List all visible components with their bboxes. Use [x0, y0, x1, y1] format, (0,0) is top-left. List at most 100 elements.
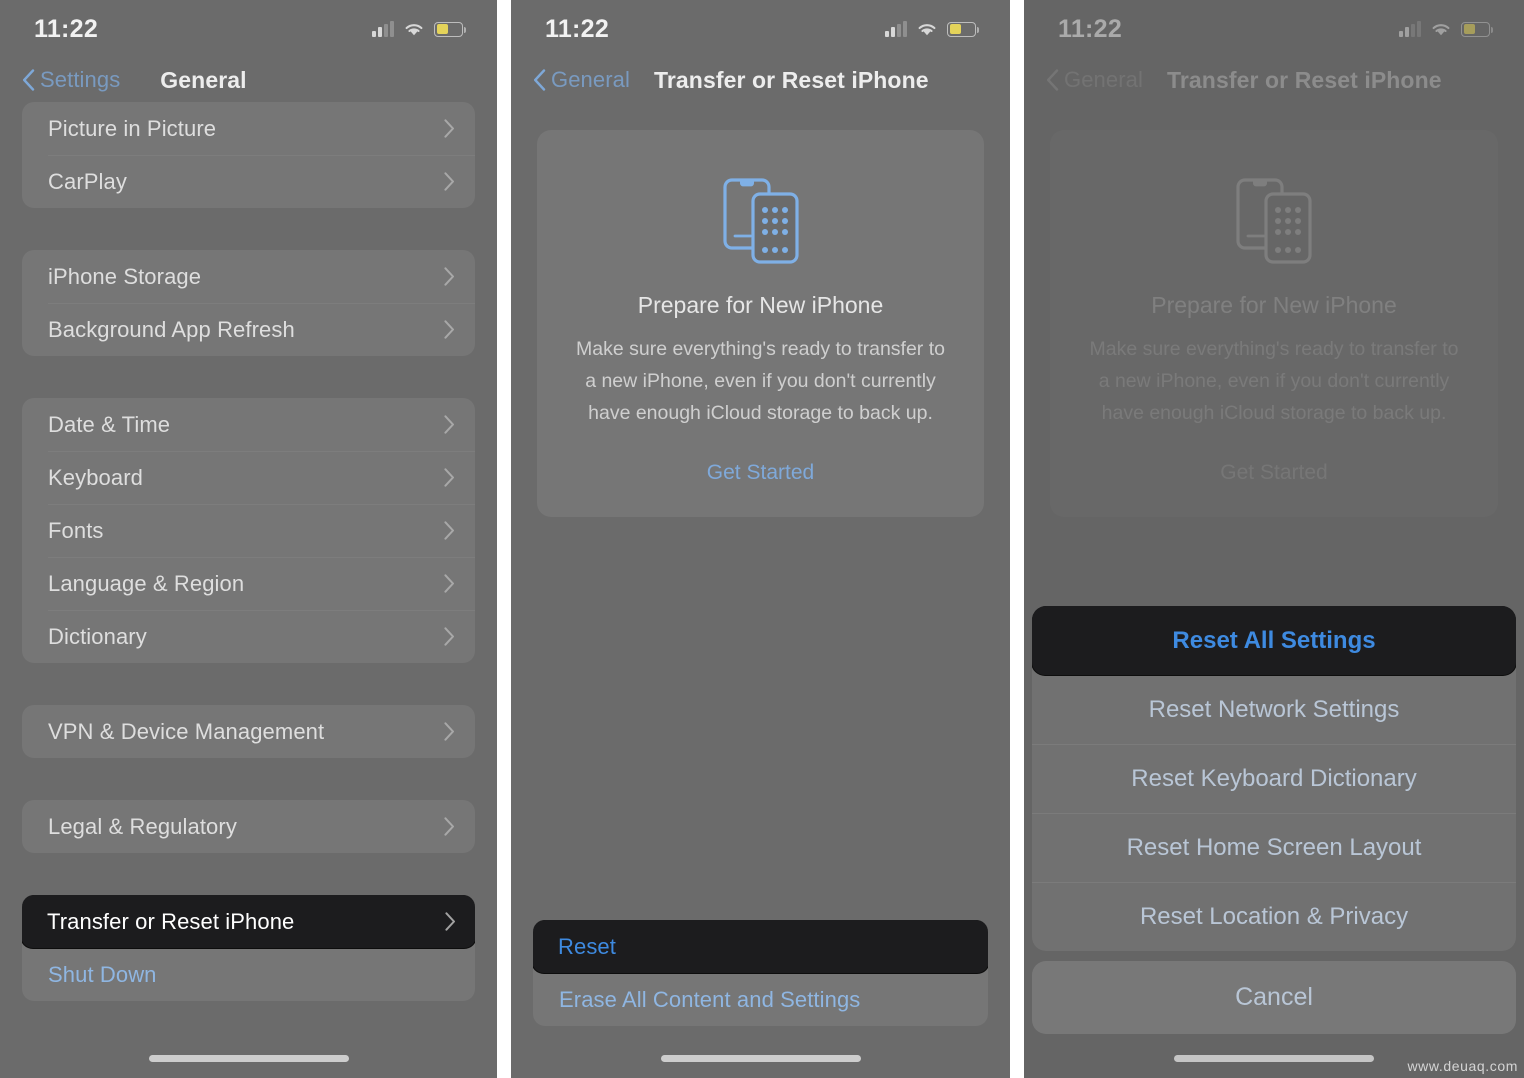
row-label: Reset	[558, 933, 616, 959]
row-label: Background App Refresh	[48, 316, 295, 342]
row-label: VPN & Device Management	[48, 718, 325, 744]
panel-reset-action-sheet: 11:22 General Transfer or Reset iPhone P…	[1024, 0, 1524, 1078]
wifi-icon	[916, 21, 938, 37]
prepare-card-description: Make sure everything's ready to transfer…	[1089, 338, 1459, 424]
back-label: General	[551, 67, 630, 92]
chevron-right-icon	[444, 172, 454, 191]
row-label: Fonts	[48, 517, 104, 543]
home-indicator	[148, 1055, 349, 1062]
row-label: Legal & Regulatory	[48, 813, 237, 839]
status-bar: 11:22	[511, 0, 1010, 58]
settings-row-keyboard[interactable]: Keyboard	[22, 451, 475, 504]
status-icon-group	[372, 21, 466, 37]
row-label: Picture in Picture	[48, 115, 217, 141]
settings-row-date-and-time[interactable]: Date & Time	[22, 398, 475, 451]
settings-row-reset[interactable]: Reset	[533, 920, 988, 973]
settings-row-dictionary[interactable]: Dictionary	[22, 610, 475, 663]
row-label: Date & Time	[48, 411, 171, 437]
page-title: Transfer or Reset iPhone	[653, 66, 929, 93]
settings-row-shut-down[interactable]: Shut Down	[22, 948, 475, 1001]
action-sheet-options: Reset All Settings Reset Network Setting…	[1032, 606, 1516, 951]
wifi-icon	[1430, 21, 1452, 37]
status-bar: 11:22	[1024, 0, 1524, 58]
settings-group-2: iPhone Storage Background App Refresh	[22, 250, 475, 356]
status-bar: 11:22	[0, 0, 497, 58]
home-indicator	[660, 1055, 861, 1062]
settings-row-iphone-storage[interactable]: iPhone Storage	[22, 250, 475, 303]
chevron-right-icon	[444, 468, 454, 487]
back-button-settings[interactable]: Settings	[22, 67, 120, 93]
action-reset-network-settings[interactable]: Reset Network Settings	[1032, 675, 1516, 744]
back-button-general[interactable]: General	[533, 67, 630, 93]
nav-bar: General Transfer or Reset iPhone	[511, 58, 1010, 102]
settings-row-transfer-or-reset-iphone[interactable]: Transfer or Reset iPhone	[22, 895, 475, 948]
action-reset-location-and-privacy[interactable]: Reset Location & Privacy	[1032, 882, 1516, 951]
reset-group: Reset Erase All Content and Settings	[533, 920, 988, 1026]
cellular-signal-icon	[885, 21, 907, 37]
reset-action-sheet: Reset All Settings Reset Network Setting…	[1024, 606, 1524, 1034]
status-time: 11:22	[545, 14, 610, 43]
settings-row-legal-regulatory[interactable]: Legal & Regulatory	[22, 800, 475, 853]
page-title: General	[160, 66, 247, 93]
three-panel-screenshot: 11:22 Settings General Picture in Pictur…	[0, 0, 1524, 1078]
two-iphones-icon	[1076, 160, 1472, 276]
row-label: Language & Region	[48, 570, 245, 596]
nav-bar: Settings General	[0, 58, 497, 102]
settings-row-carplay[interactable]: CarPlay	[22, 155, 475, 208]
chevron-left-icon	[534, 69, 546, 91]
settings-row-picture-in-picture[interactable]: Picture in Picture	[22, 102, 475, 155]
status-time: 11:22	[1058, 14, 1123, 43]
back-label: Settings	[40, 67, 121, 92]
chevron-right-icon	[444, 722, 454, 741]
battery-icon	[947, 21, 979, 37]
back-button-general[interactable]: General	[1046, 67, 1143, 93]
settings-row-vpn-device-management[interactable]: VPN & Device Management	[22, 705, 475, 758]
chevron-right-icon	[444, 267, 454, 286]
reset-actions-group: Reset Erase All Content and Settings	[511, 920, 1010, 1026]
settings-group-4: VPN & Device Management	[22, 705, 475, 758]
action-reset-keyboard-dictionary[interactable]: Reset Keyboard Dictionary	[1032, 744, 1516, 813]
chevron-left-icon	[1047, 69, 1059, 91]
prepare-for-new-iphone-card: Prepare for New iPhone Make sure everyth…	[1050, 130, 1498, 517]
settings-row-erase-all-content-and-settings[interactable]: Erase All Content and Settings	[533, 973, 988, 1026]
panel-transfer-or-reset: 11:22 General Transfer or Reset iPhone P…	[511, 0, 1010, 1078]
prepare-for-new-iphone-card: Prepare for New iPhone Make sure everyth…	[537, 130, 984, 517]
settings-group-1: Picture in Picture CarPlay	[22, 102, 475, 208]
status-time: 11:22	[34, 14, 99, 43]
chevron-right-icon	[444, 574, 454, 593]
settings-group-3: Date & Time Keyboard Fonts Language & Re…	[22, 398, 475, 663]
action-reset-all-settings[interactable]: Reset All Settings	[1032, 606, 1516, 675]
settings-group-5: Legal & Regulatory	[22, 800, 475, 853]
battery-icon	[434, 21, 466, 37]
prepare-card-title: Prepare for New iPhone	[637, 292, 884, 318]
settings-row-language-and-region[interactable]: Language & Region	[22, 557, 475, 610]
status-icon-group	[885, 21, 979, 37]
cellular-signal-icon	[1399, 21, 1421, 37]
settings-row-fonts[interactable]: Fonts	[22, 504, 475, 557]
prepare-card-description: Make sure everything's ready to transfer…	[576, 338, 945, 424]
get-started-button[interactable]: Get Started	[1076, 461, 1472, 485]
chevron-right-icon	[444, 320, 454, 339]
cellular-signal-icon	[372, 21, 394, 37]
chevron-left-icon	[23, 69, 35, 91]
chevron-right-icon	[444, 521, 454, 540]
chevron-right-icon	[444, 415, 454, 434]
panel-general-settings: 11:22 Settings General Picture in Pictur…	[0, 0, 497, 1078]
status-icon-group	[1399, 21, 1493, 37]
row-label: Erase All Content and Settings	[559, 986, 861, 1012]
action-reset-home-screen-layout[interactable]: Reset Home Screen Layout	[1032, 813, 1516, 882]
settings-row-background-app-refresh[interactable]: Background App Refresh	[22, 303, 475, 356]
settings-group-6: Transfer or Reset iPhone Shut Down	[22, 895, 475, 1001]
row-label: iPhone Storage	[48, 263, 202, 289]
action-cancel[interactable]: Cancel	[1032, 961, 1516, 1034]
row-label: CarPlay	[48, 168, 127, 194]
back-label: General	[1064, 67, 1143, 92]
row-label: Dictionary	[48, 623, 147, 649]
row-label: Transfer or Reset iPhone	[47, 908, 295, 934]
get-started-button[interactable]: Get Started	[563, 461, 958, 485]
